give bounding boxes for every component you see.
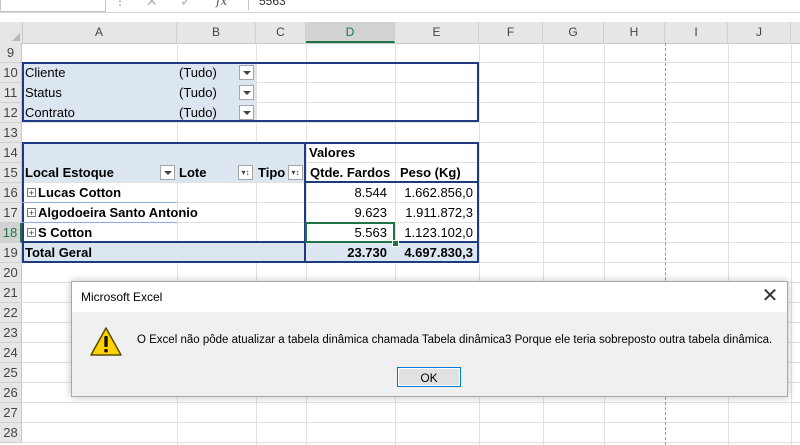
filter-value-status: (Tudo) — [179, 85, 217, 100]
dialog-body: O Excel não pôde atualizar a tabela dinâ… — [72, 312, 787, 396]
close-icon[interactable]: ✕ — [753, 282, 787, 312]
row-header-25[interactable]: 25 — [0, 363, 22, 383]
filter-dropdown-contrato[interactable] — [239, 105, 254, 120]
pivot-row-label: Algodoeira Santo Antonio — [38, 205, 198, 220]
gridline — [22, 402, 800, 403]
column-header-j[interactable]: J — [728, 22, 791, 43]
dialog-message: O Excel não pôde atualizar a tabela dinâ… — [137, 334, 773, 346]
enter-icon[interactable]: ✓ — [180, 0, 192, 10]
column-header-g[interactable]: G — [543, 22, 604, 43]
expand-icon[interactable]: + — [27, 208, 36, 218]
column-header-a[interactable]: A — [22, 22, 177, 43]
row-header-26[interactable]: 26 — [0, 383, 22, 403]
column-header-i[interactable]: I — [665, 22, 728, 43]
pivot-header-local-estoque: Local Estoque — [25, 165, 114, 180]
pivot-values-label: Valores — [309, 145, 356, 160]
row-header-14[interactable]: 14 — [0, 143, 22, 163]
row-header-11[interactable]: 11 — [0, 83, 22, 103]
row-header-27[interactable]: 27 — [0, 403, 22, 423]
gridline — [22, 422, 800, 423]
filter-dropdown-cliente[interactable] — [239, 65, 254, 80]
row-header-12[interactable]: 12 — [0, 103, 22, 123]
pivot-total-label: Total Geral — [25, 245, 92, 260]
lote-sort-filter-button[interactable]: ▾↕ — [238, 165, 253, 180]
row-header-9[interactable]: 9 — [0, 43, 22, 63]
dialog-title: Microsoft Excel — [81, 290, 163, 304]
gridline — [22, 122, 800, 123]
row-header-22[interactable]: 22 — [0, 303, 22, 323]
filter-dropdown-status[interactable] — [239, 85, 254, 100]
warning-icon — [90, 327, 122, 356]
pivot-header-qtde-fardos: Qtde. Fardos — [310, 165, 391, 180]
pivot-cell-qtde[interactable]: 8.544 — [306, 183, 387, 203]
formula-input[interactable]: 5563 — [248, 0, 800, 10]
filter-label-status: Status — [25, 85, 62, 100]
row-header-13[interactable]: 13 — [0, 123, 22, 143]
select-all-button[interactable] — [0, 22, 23, 43]
row-header-16[interactable]: 16 — [0, 183, 22, 203]
cancel-icon[interactable]: ✕ — [146, 0, 158, 10]
row-header-15[interactable]: 15 — [0, 163, 22, 183]
filter-value-cliente: (Tudo) — [179, 65, 217, 80]
expand-icon[interactable]: + — [27, 188, 36, 198]
pivot-header-peso: Peso (Kg) — [400, 165, 461, 180]
row-header-19[interactable]: 19 — [0, 243, 22, 263]
pivot-total-peso[interactable]: 4.697.830,3 — [395, 243, 473, 263]
tipo-sort-filter-button[interactable]: ▾↕ — [288, 165, 303, 180]
pivot-cell-peso[interactable]: 1.123.102,0 — [395, 223, 473, 243]
error-dialog: Microsoft Excel ✕ O Excel não pôde atual… — [71, 281, 788, 397]
pivot-total-qtde[interactable]: 23.730 — [306, 243, 387, 263]
fill-handle[interactable] — [392, 240, 399, 247]
filter-value-contrato: (Tudo) — [179, 105, 217, 120]
row-header-23[interactable]: 23 — [0, 323, 22, 343]
row-header-24[interactable]: 24 — [0, 343, 22, 363]
pivot-header-lote: Lote — [179, 165, 207, 180]
row-header-17[interactable]: 17 — [0, 203, 22, 223]
column-header-d[interactable]: D — [306, 22, 395, 43]
column-header-c[interactable]: C — [256, 22, 306, 43]
pivot-cell-peso[interactable]: 1.662.856,0 — [395, 183, 473, 203]
pivot-cell-qtde[interactable]: 9.623 — [306, 203, 387, 223]
gridline — [22, 442, 800, 443]
column-header-e[interactable]: E — [395, 22, 479, 43]
row-header-28[interactable]: 28 — [0, 423, 22, 443]
expand-icon[interactable]: + — [27, 228, 36, 238]
insert-function-icon[interactable]: fx — [216, 0, 227, 8]
pivot-row-label: S Cotton — [38, 225, 93, 240]
more-options-icon[interactable]: ⋮ — [114, 0, 126, 8]
gridline — [791, 43, 792, 445]
row-header-10[interactable]: 10 — [0, 63, 22, 83]
ok-button[interactable]: OK — [397, 367, 461, 387]
column-header-h[interactable]: H — [604, 22, 665, 43]
column-header-b[interactable]: B — [177, 22, 256, 43]
pivot-header-tipo: Tipo — [258, 165, 286, 180]
local-estoque-filter-button[interactable] — [160, 165, 175, 180]
column-header-f[interactable]: F — [479, 22, 543, 43]
name-box[interactable] — [0, 0, 106, 12]
active-cell-indicator — [305, 222, 395, 243]
filter-label-cliente: Cliente — [25, 65, 66, 80]
column-header-bar: A B C D E F G H I J — [0, 22, 800, 44]
dialog-title-bar[interactable]: Microsoft Excel ✕ — [72, 282, 787, 312]
formula-bar: ⋮ ✕ ✓ fx 5563 — [0, 0, 800, 13]
row-header-21[interactable]: 21 — [0, 283, 22, 303]
row-header-18[interactable]: 18 — [0, 223, 22, 243]
filter-label-contrato: Contrato — [25, 105, 75, 120]
pivot-row-label: Lucas Cotton — [38, 185, 122, 200]
pivot-cell-peso[interactable]: 1.911.872,3 — [395, 203, 473, 223]
row-header-20[interactable]: 20 — [0, 263, 22, 283]
